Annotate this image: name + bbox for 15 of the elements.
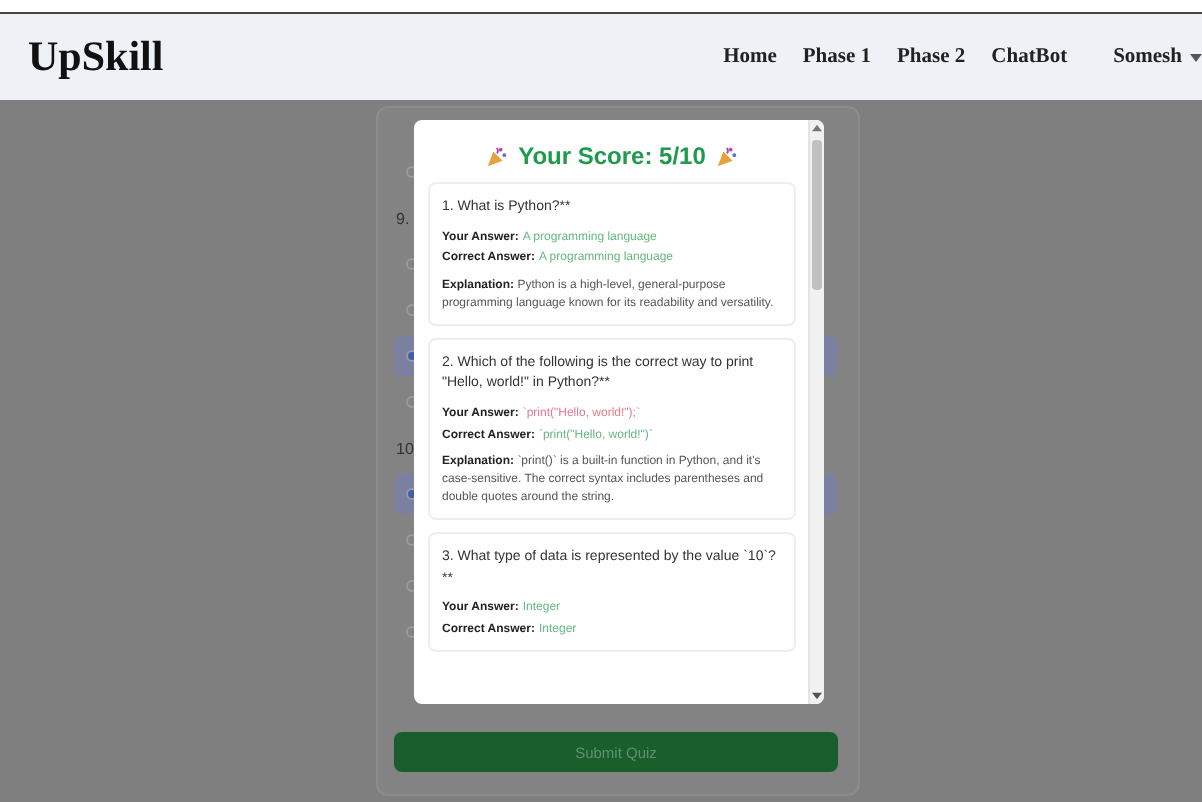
scroll-down-icon[interactable] [812,692,822,700]
party-popper-icon [715,145,738,167]
scrollbar[interactable] [808,120,824,704]
nav-link[interactable]: ChatBot [991,46,1068,68]
score-title: Your Score: 5/10 [518,142,706,170]
brand-logo[interactable]: UpSkill [28,32,164,82]
nav-link[interactable]: Home [723,46,777,68]
scroll-up-icon[interactable] [812,124,822,132]
party-popper-icon [486,145,509,167]
scrollbar-thumb[interactable] [812,140,822,290]
question-label: 9. [396,209,410,227]
user-menu[interactable]: Somesh [1113,46,1202,68]
nav-link[interactable]: Phase 1 [802,46,872,68]
nav-link[interactable]: Phase 2 [897,46,966,68]
caret-icon [1190,53,1202,61]
